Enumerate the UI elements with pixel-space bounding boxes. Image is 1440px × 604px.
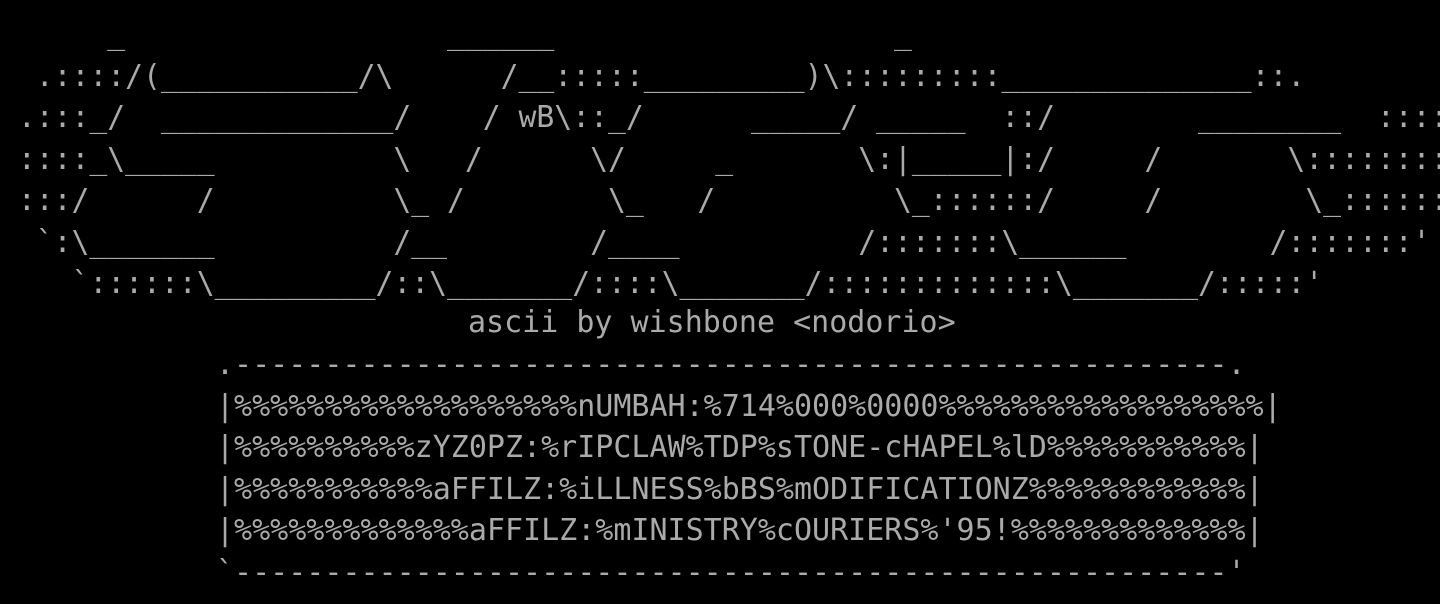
info-box-row-number: |%%%%%%%%%%%%%%%%%%%nUMBAH:%714%000%0000…	[216, 388, 1282, 424]
ascii-credit: ascii by wishbone <nodorio>	[0, 302, 956, 344]
ascii-logo: _ ______ _ .::::/(___________/\ /__:::::…	[0, 14, 1440, 305]
logo-line: _ ______ _	[0, 17, 912, 52]
credit-line: ascii by wishbone <nodorio>	[468, 305, 956, 340]
info-box: .---------------------------------------…	[0, 344, 1282, 593]
terminal-screen: _ ______ _ .::::/(___________/\ /__:::::…	[0, 0, 1440, 604]
info-box-bottom-border: `---------------------------------------…	[216, 554, 1246, 590]
info-box-row-affil-2: |%%%%%%%%%%%%%aFFILZ:%mINISTRY%cOURIERS%…	[216, 513, 1264, 548]
info-box-row-group: |%%%%%%%%%%zYZ0PZ:%rIPCLAW%TDP%sTONE-cHA…	[216, 430, 1264, 465]
logo-line: ::::_\_____ \ / \/ _ \:|_____|:/ / \::::…	[0, 141, 1440, 177]
info-box-row-affil-1: |%%%%%%%%%%%aFFILZ:%iLLNESS%bBS%mODIFICA…	[216, 471, 1264, 507]
logo-line: :::/ / \_ / \_ / \_::::::/ / \_::::::::	[0, 183, 1440, 218]
logo-line: `:\_______ /__ /____ /:::::::\______ /::…	[0, 224, 1431, 260]
info-box-top-border: .---------------------------------------…	[216, 347, 1246, 382]
logo-line: .::::/(___________/\ /__:::::_________)\…	[0, 58, 1306, 94]
logo-line: .:::_/ _____________/ / wB\::_/ _____/ _…	[0, 100, 1440, 135]
logo-line: `::::::\_________/::\_______/::::\______…	[0, 266, 1324, 301]
